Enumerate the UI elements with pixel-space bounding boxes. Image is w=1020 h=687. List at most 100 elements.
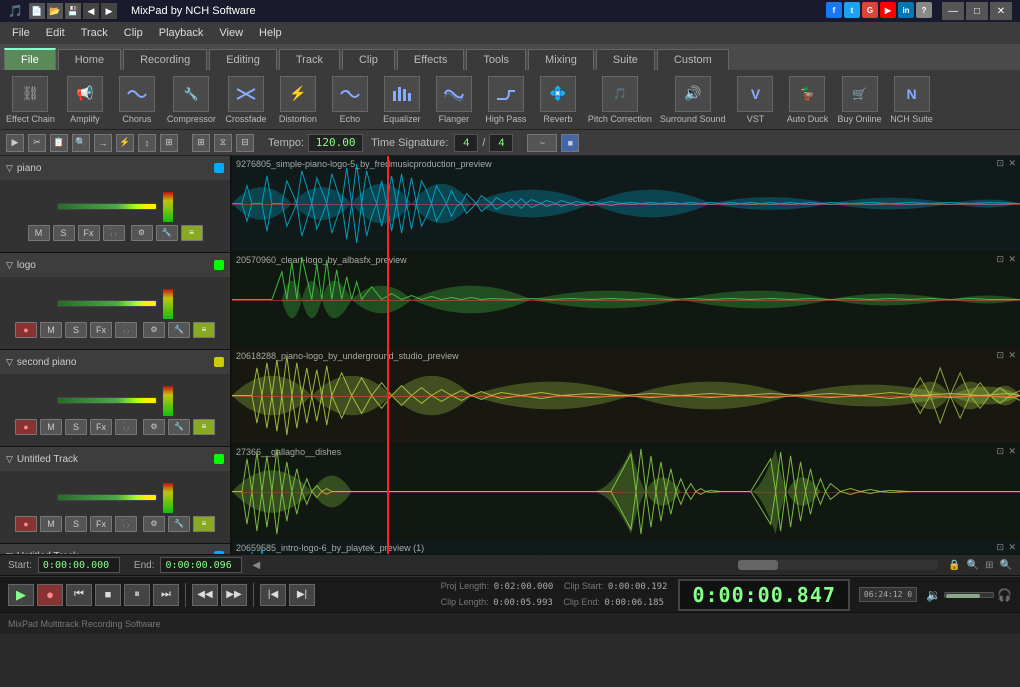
toolbar-icon-10[interactable]: ⧖ [214,134,232,152]
transport-pause[interactable]: ⏸ [124,584,150,606]
track-logo-instrument[interactable]: 🔧 [168,322,190,338]
timeline-scrollbar[interactable] [738,560,938,570]
buy-online[interactable]: 🛒 Buy Online [837,76,881,124]
track-sp-headphones[interactable]: 🎧 [115,419,137,435]
speaker-icon[interactable]: 🔉 [926,588,941,602]
tab-clip[interactable]: Clip [342,49,395,70]
help-icon[interactable]: ? [916,2,932,18]
effect-chorus[interactable]: Chorus [115,76,159,124]
waveform-logo-maximize[interactable]: ✕ [1008,254,1016,265]
track-logo-mute[interactable]: M [40,322,62,338]
track-piano-mute[interactable]: M [28,225,50,241]
toolbar-wave-icon[interactable]: ~ [527,134,557,152]
track-logo-settings[interactable]: ⚙ [143,322,165,338]
menu-track[interactable]: Track [73,25,116,41]
maximize-button[interactable]: □ [966,2,988,20]
track-u1-solo[interactable]: S [65,516,87,532]
scrollbar-thumb[interactable] [738,560,778,570]
track-piano-fader[interactable] [57,203,157,210]
transport-goto-end[interactable]: ⏭ [153,584,179,606]
toolbar-icon-4[interactable]: 🔍 [72,134,90,152]
effect-pitch[interactable]: 🎵 Pitch Correction [588,76,652,124]
effect-amplify[interactable]: 📢 Amplify [63,76,107,124]
toolbar-icon-2[interactable]: ✂ [28,134,46,152]
toolbar-icon-9[interactable]: ⊞ [192,134,210,152]
track-untitled1-expand[interactable]: ▽ [6,454,13,465]
effect-reverb[interactable]: 💠 Reverb [536,76,580,124]
transport-rewind[interactable]: ◀◀ [192,584,218,606]
startend-arrow[interactable]: ◀ [252,560,260,571]
track-u1-fx[interactable]: Fx [90,516,112,532]
tab-file[interactable]: File [4,48,56,70]
track-u1-mute[interactable]: M [40,516,62,532]
waveform-u1-close[interactable]: ⊡ [996,446,1004,457]
effect-crossfade[interactable]: Crossfade [224,76,268,124]
track-secondpiano-expand[interactable]: ▽ [6,357,13,368]
tab-editing[interactable]: Editing [209,49,277,70]
waveform-secondpiano[interactable]: 20618288_piano-logo_by_underground_studi… [232,348,1020,444]
toolbar-icon-6[interactable]: ⚡ [116,134,134,152]
track-untitled2-expand[interactable]: ▽ [6,551,13,555]
title-icon-forward[interactable]: ▶ [101,3,117,19]
menu-view[interactable]: View [211,25,251,41]
headphones-icon[interactable]: 🎧 [997,588,1012,602]
title-icon-save[interactable]: 💾 [65,3,81,19]
transport-stop[interactable]: ■ [95,584,121,606]
menu-clip[interactable]: Clip [116,25,151,41]
waveform-logo-close[interactable]: ⊡ [996,254,1004,265]
effect-highpass[interactable]: High Pass [484,76,528,124]
track-logo-record[interactable]: ● [15,322,37,338]
transport-prev-marker[interactable]: |◀ [260,584,286,606]
track-piano-instrument[interactable]: 🔧 [156,225,178,241]
toolbar-icon-1[interactable]: ▶ [6,134,24,152]
track-logo-headphones[interactable]: 🎧 [115,322,137,338]
time-sig-den[interactable] [489,134,513,152]
toolbar-icon-8[interactable]: ⊞ [160,134,178,152]
menu-edit[interactable]: Edit [38,25,73,41]
waveform-u2-close[interactable]: ⊡ [996,542,1004,553]
track-piano-eq[interactable]: ≡ [181,225,203,241]
zoom-out-icon[interactable]: 🔍 [1000,560,1012,571]
title-icon-back[interactable]: ◀ [83,3,99,19]
track-piano-solo[interactable]: S [53,225,75,241]
transport-fastfwd[interactable]: ▶▶ [221,584,247,606]
zoom-lock-icon[interactable]: 🔒 [948,560,960,571]
effect-distortion[interactable]: ⚡ Distortion [276,76,320,124]
twitter-icon[interactable]: t [844,2,860,18]
transport-goto-start[interactable]: ⏮ [66,584,92,606]
master-volume-slider[interactable] [944,592,994,598]
track-secondpiano-fader[interactable] [57,397,157,404]
track-logo-eq[interactable]: ≡ [193,322,215,338]
waveform-piano-close[interactable]: ⊡ [996,158,1004,169]
time-sig-num[interactable] [454,134,478,152]
waveform-untitled2[interactable]: 20659585_intro-logo-6_by_playtek_preview… [232,540,1020,554]
close-button[interactable]: ✕ [990,2,1012,20]
track-sp-record[interactable]: ● [15,419,37,435]
tab-recording[interactable]: Recording [123,49,207,70]
facebook-icon[interactable]: f [826,2,842,18]
track-u1-record[interactable]: ● [15,516,37,532]
track-logo-solo[interactable]: S [65,322,87,338]
effect-flanger[interactable]: Flanger [432,76,476,124]
waveform-piano[interactable]: 9276805_simple-piano-logo-5_by_fredmusic… [232,156,1020,252]
effect-autoduck[interactable]: 🦆 Auto Duck [785,76,829,124]
track-u1-eq[interactable]: ≡ [193,516,215,532]
track-piano-settings[interactable]: ⚙ [131,225,153,241]
track-sp-settings[interactable]: ⚙ [143,419,165,435]
transport-record[interactable]: ● [37,584,63,606]
track-piano-headphones[interactable]: 🎧 [103,225,125,241]
toolbar-icon-5[interactable]: → [94,134,112,152]
track-piano-expand[interactable]: ▽ [6,163,13,174]
title-icon-new[interactable]: 📄 [29,3,45,19]
toolbar-fill-icon[interactable]: ■ [561,134,579,152]
tab-custom[interactable]: Custom [657,49,729,70]
track-logo-expand[interactable]: ▽ [6,260,13,271]
title-icon-open[interactable]: 📂 [47,3,63,19]
tempo-input[interactable] [308,134,363,152]
linkedin-icon[interactable]: in [898,2,914,18]
youtube-icon[interactable]: ▶ [880,2,896,18]
effect-chain[interactable]: ⛓ Effect Chain [6,76,55,124]
transport-play[interactable]: ▶ [8,584,34,606]
start-input[interactable] [38,557,120,573]
waveform-untitled1[interactable]: 27366__gallagho__dishes ⊡ ✕ [232,444,1020,540]
